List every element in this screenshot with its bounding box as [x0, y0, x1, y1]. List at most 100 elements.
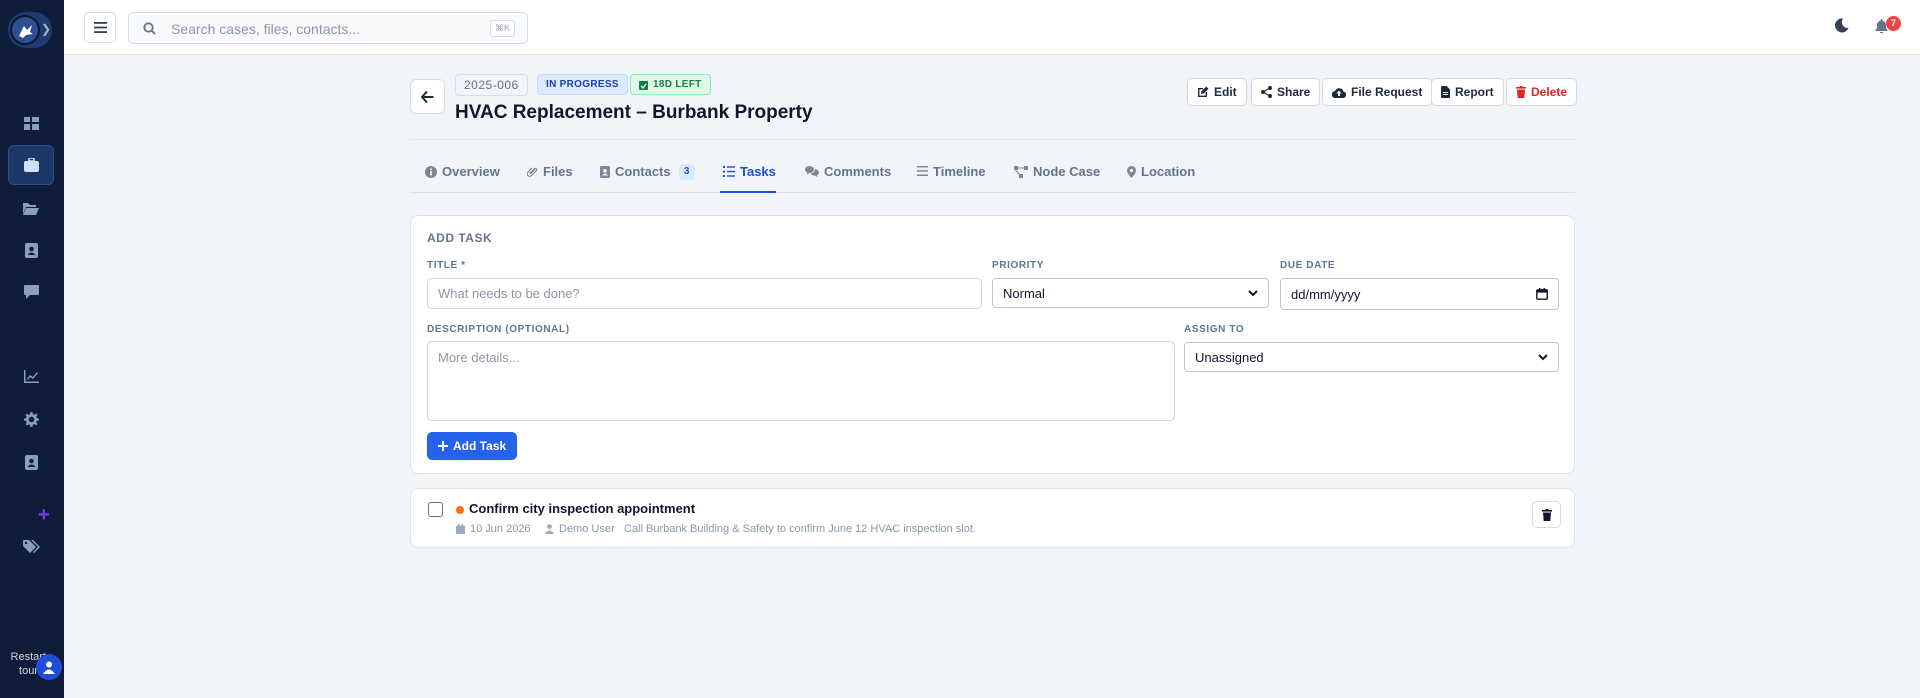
tab-comments[interactable]: Comments [805, 164, 891, 192]
contact-book-icon [24, 242, 38, 258]
task-description-textarea[interactable] [427, 341, 1175, 421]
file-request-button[interactable]: File Request [1322, 78, 1433, 106]
tab-node-case-label: Node Case [1033, 164, 1101, 179]
tab-files[interactable]: Files [527, 164, 573, 192]
deadline-badge: 18D LEFT [630, 74, 711, 95]
sidebar: ❯ + Restart tour [0, 0, 64, 698]
tab-node-case[interactable]: Node Case [1014, 164, 1100, 192]
calendar-icon[interactable] [1536, 288, 1548, 300]
diagram-project-icon [1014, 166, 1028, 178]
tab-contacts[interactable]: Contacts 3 [600, 164, 695, 192]
top-bar: ⌘K 7 [64, 0, 1920, 55]
sidebar-item-contacts[interactable] [8, 230, 54, 270]
description-label: DESCRIPTION (OPTIONAL) [427, 324, 570, 335]
info-circle-icon [425, 166, 437, 178]
active-tab-indicator [720, 191, 776, 193]
back-button[interactable] [410, 79, 445, 114]
sidebar-item-files[interactable] [8, 188, 54, 228]
add-task-card: ADD TASK TITLE * PRIORITY Normal DUE DAT… [410, 215, 1575, 474]
due-date-input[interactable]: dd/mm/yyyy [1280, 278, 1559, 310]
chart-line-icon [23, 369, 39, 383]
tab-tasks[interactable]: Tasks [723, 164, 776, 192]
delete-task-button[interactable] [1532, 501, 1561, 528]
user-avatar[interactable] [36, 654, 62, 680]
plus-icon [438, 441, 448, 451]
page-title: HVAC Replacement – Burbank Property [455, 102, 813, 123]
status-badge: IN PROGRESS [537, 74, 628, 95]
add-task-button[interactable]: Add Task [427, 432, 518, 460]
calendar-check-icon [639, 81, 648, 90]
sidebar-item-reports[interactable] [8, 356, 54, 396]
report-button-label: Report [1455, 85, 1494, 99]
tab-comments-label: Comments [824, 164, 892, 179]
task-assignee: Demo User [545, 523, 615, 535]
folder-open-icon [23, 202, 39, 215]
chevron-down-icon [1538, 353, 1548, 360]
dashboard-icon [23, 116, 39, 130]
delete-button-label: Delete [1531, 85, 1568, 99]
priority-label: PRIORITY [992, 260, 1045, 271]
sidebar-item-tags[interactable] [8, 527, 54, 567]
comment-icon [23, 285, 39, 299]
sidebar-item-settings[interactable] [8, 399, 54, 439]
tab-contacts-label: Contacts [615, 164, 671, 179]
edit-button-label: Edit [1214, 85, 1237, 99]
assign-to-value: Unassigned [1195, 349, 1264, 365]
file-pdf-icon [1441, 86, 1450, 98]
assign-to-label: ASSIGN TO [1184, 324, 1245, 335]
menu-toggle-button[interactable] [84, 12, 116, 43]
edit-button[interactable]: Edit [1187, 78, 1247, 106]
assign-to-select[interactable]: Unassigned [1184, 342, 1559, 372]
tab-overview-label: Overview [442, 164, 500, 179]
user-icon [545, 524, 554, 534]
task-title[interactable]: Confirm city inspection appointment [469, 501, 695, 516]
task-note: Call Burbank Building & Safety to confir… [624, 523, 976, 535]
delete-button[interactable]: Delete [1506, 78, 1578, 106]
sidebar-item-cases[interactable] [8, 145, 54, 185]
moon-icon[interactable] [1834, 18, 1849, 33]
task-complete-checkbox[interactable] [428, 502, 443, 517]
task-title-input[interactable] [427, 278, 982, 309]
search-shortcut-hint: ⌘K [489, 20, 515, 37]
case-number-badge: 2025-006 [455, 74, 528, 96]
griffin-logo-icon [10, 15, 40, 45]
tab-location-label: Location [1141, 164, 1196, 179]
trash-icon [1541, 508, 1552, 521]
task-item: Confirm city inspection appointment 10 J… [410, 488, 1575, 548]
app-logo[interactable]: ❯ [8, 12, 52, 48]
task-due-date: 10 Jun 2026 [456, 523, 531, 535]
bars-icon [917, 166, 928, 176]
briefcase-icon [23, 158, 39, 172]
priority-indicator-dot [456, 506, 464, 514]
days-left-label: 18D LEFT [653, 79, 702, 90]
hamburger-icon [93, 22, 107, 33]
tab-timeline[interactable]: Timeline [917, 164, 986, 192]
task-note-text: Call Burbank Building & Safety to confir… [624, 523, 976, 535]
tab-tasks-label: Tasks [740, 164, 776, 179]
search-input[interactable] [171, 19, 471, 39]
sidebar-item-directory[interactable] [8, 442, 54, 482]
tab-overview[interactable]: Overview [425, 164, 500, 192]
address-book-icon [600, 166, 610, 178]
file-request-label: File Request [1351, 85, 1423, 99]
tab-files-label: Files [543, 164, 573, 179]
priority-value: Normal [1003, 285, 1045, 301]
report-button[interactable]: Report [1431, 78, 1504, 106]
tab-location[interactable]: Location [1127, 164, 1195, 192]
map-pin-icon [1127, 166, 1136, 178]
share-button-label: Share [1277, 85, 1311, 99]
sidebar-item-messages[interactable] [8, 272, 54, 312]
address-card-icon [24, 454, 38, 470]
priority-select[interactable]: Normal [992, 278, 1269, 308]
case-tabs: Overview Files Contacts 3 Tasks Comments… [410, 157, 1575, 193]
calendar-icon [456, 524, 465, 534]
sidebar-item-dashboard[interactable] [8, 103, 54, 143]
share-button[interactable]: Share [1251, 78, 1321, 106]
chevron-down-icon [1248, 289, 1258, 296]
add-plus-icon[interactable]: + [38, 504, 50, 527]
global-search[interactable]: ⌘K [128, 12, 528, 44]
arrow-left-icon [421, 90, 434, 103]
list-check-icon [723, 166, 735, 177]
share-icon [1261, 86, 1272, 98]
contacts-count-badge: 3 [678, 164, 695, 180]
